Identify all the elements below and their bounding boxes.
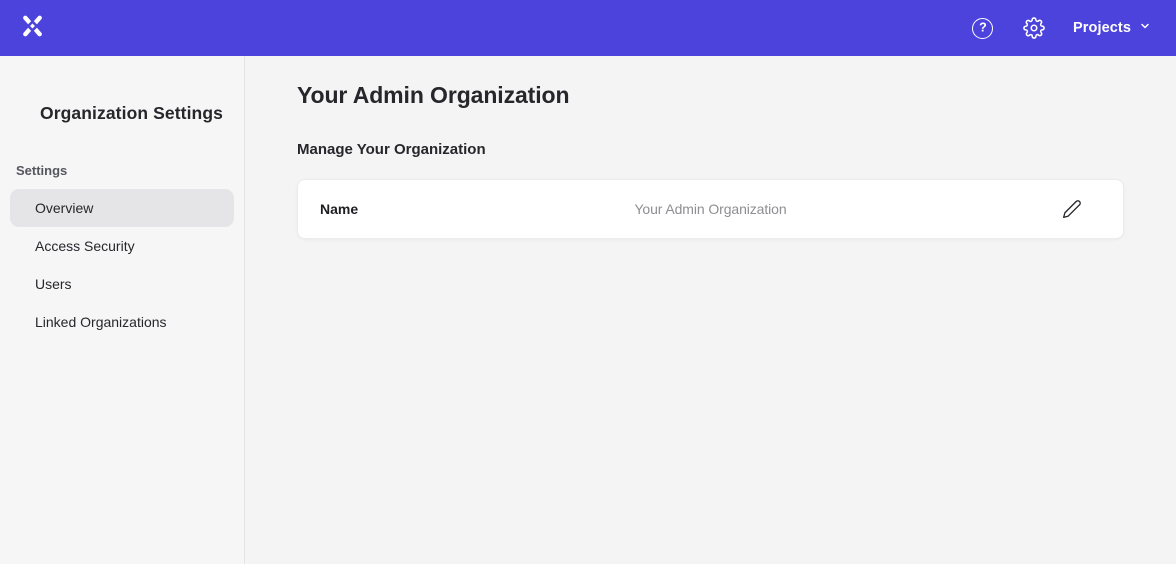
page-title: Your Admin Organization: [297, 82, 1124, 109]
gear-icon[interactable]: [1022, 16, 1046, 40]
section-title: Manage Your Organization: [297, 141, 1124, 158]
brand-x-logo-icon: [21, 14, 44, 43]
sidebar-item-access-security[interactable]: Access Security: [10, 227, 234, 265]
settings-sidebar: Organization Settings Settings Overview …: [0, 56, 245, 564]
top-navigation-bar: ? Projects: [0, 0, 1176, 56]
page-layout: Organization Settings Settings Overview …: [0, 56, 1176, 564]
sidebar-title: Organization Settings: [40, 103, 224, 124]
organization-name-card: Name Your Admin Organization: [297, 179, 1124, 239]
name-field-value: Your Admin Organization: [298, 201, 1123, 217]
chevron-down-icon: [1139, 20, 1151, 36]
help-circle: ?: [972, 18, 993, 39]
sidebar-nav: Overview Access Security Users Linked Or…: [0, 189, 244, 341]
help-glyph: ?: [979, 21, 987, 34]
sidebar-item-users[interactable]: Users: [10, 265, 234, 303]
sidebar-item-linked-organizations[interactable]: Linked Organizations: [10, 303, 234, 341]
help-icon[interactable]: ?: [971, 16, 995, 40]
sidebar-section-label: Settings: [16, 163, 228, 178]
sidebar-item-overview[interactable]: Overview: [10, 189, 234, 227]
topbar-actions: ? Projects: [971, 16, 1151, 40]
main-content: Your Admin Organization Manage Your Orga…: [245, 56, 1176, 564]
brand-logo[interactable]: [21, 14, 44, 43]
projects-label: Projects: [1073, 20, 1131, 36]
pencil-icon[interactable]: [1059, 196, 1085, 222]
name-field-label: Name: [320, 201, 358, 217]
projects-dropdown[interactable]: Projects: [1073, 20, 1151, 36]
